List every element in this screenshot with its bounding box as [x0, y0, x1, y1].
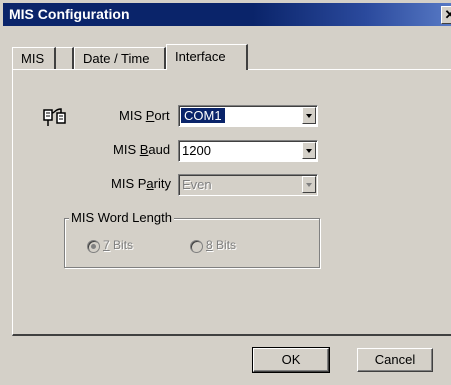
title-bar[interactable]: MIS Configuration ✕ — [3, 3, 451, 26]
cancel-button[interactable]: Cancel — [357, 348, 433, 372]
tab-date-time[interactable]: Date / Time — [74, 47, 166, 69]
tab-interface[interactable]: Interface — [166, 44, 248, 70]
tab-mis[interactable]: MIS — [12, 47, 56, 69]
dialog-window: MIS Configuration ✕ MIS Date / Time Inte… — [0, 0, 451, 385]
close-button[interactable]: ✕ — [441, 6, 451, 24]
interface-tab-panel — [12, 69, 451, 336]
tab-interface-label: Interface — [175, 49, 226, 64]
ok-button[interactable]: OK — [252, 347, 330, 373]
tab-mis-label: MIS — [21, 51, 45, 66]
tab-date-time-label: Date / Time — [83, 51, 150, 66]
window-title: MIS Configuration — [9, 6, 130, 22]
tab-separator — [56, 47, 74, 69]
